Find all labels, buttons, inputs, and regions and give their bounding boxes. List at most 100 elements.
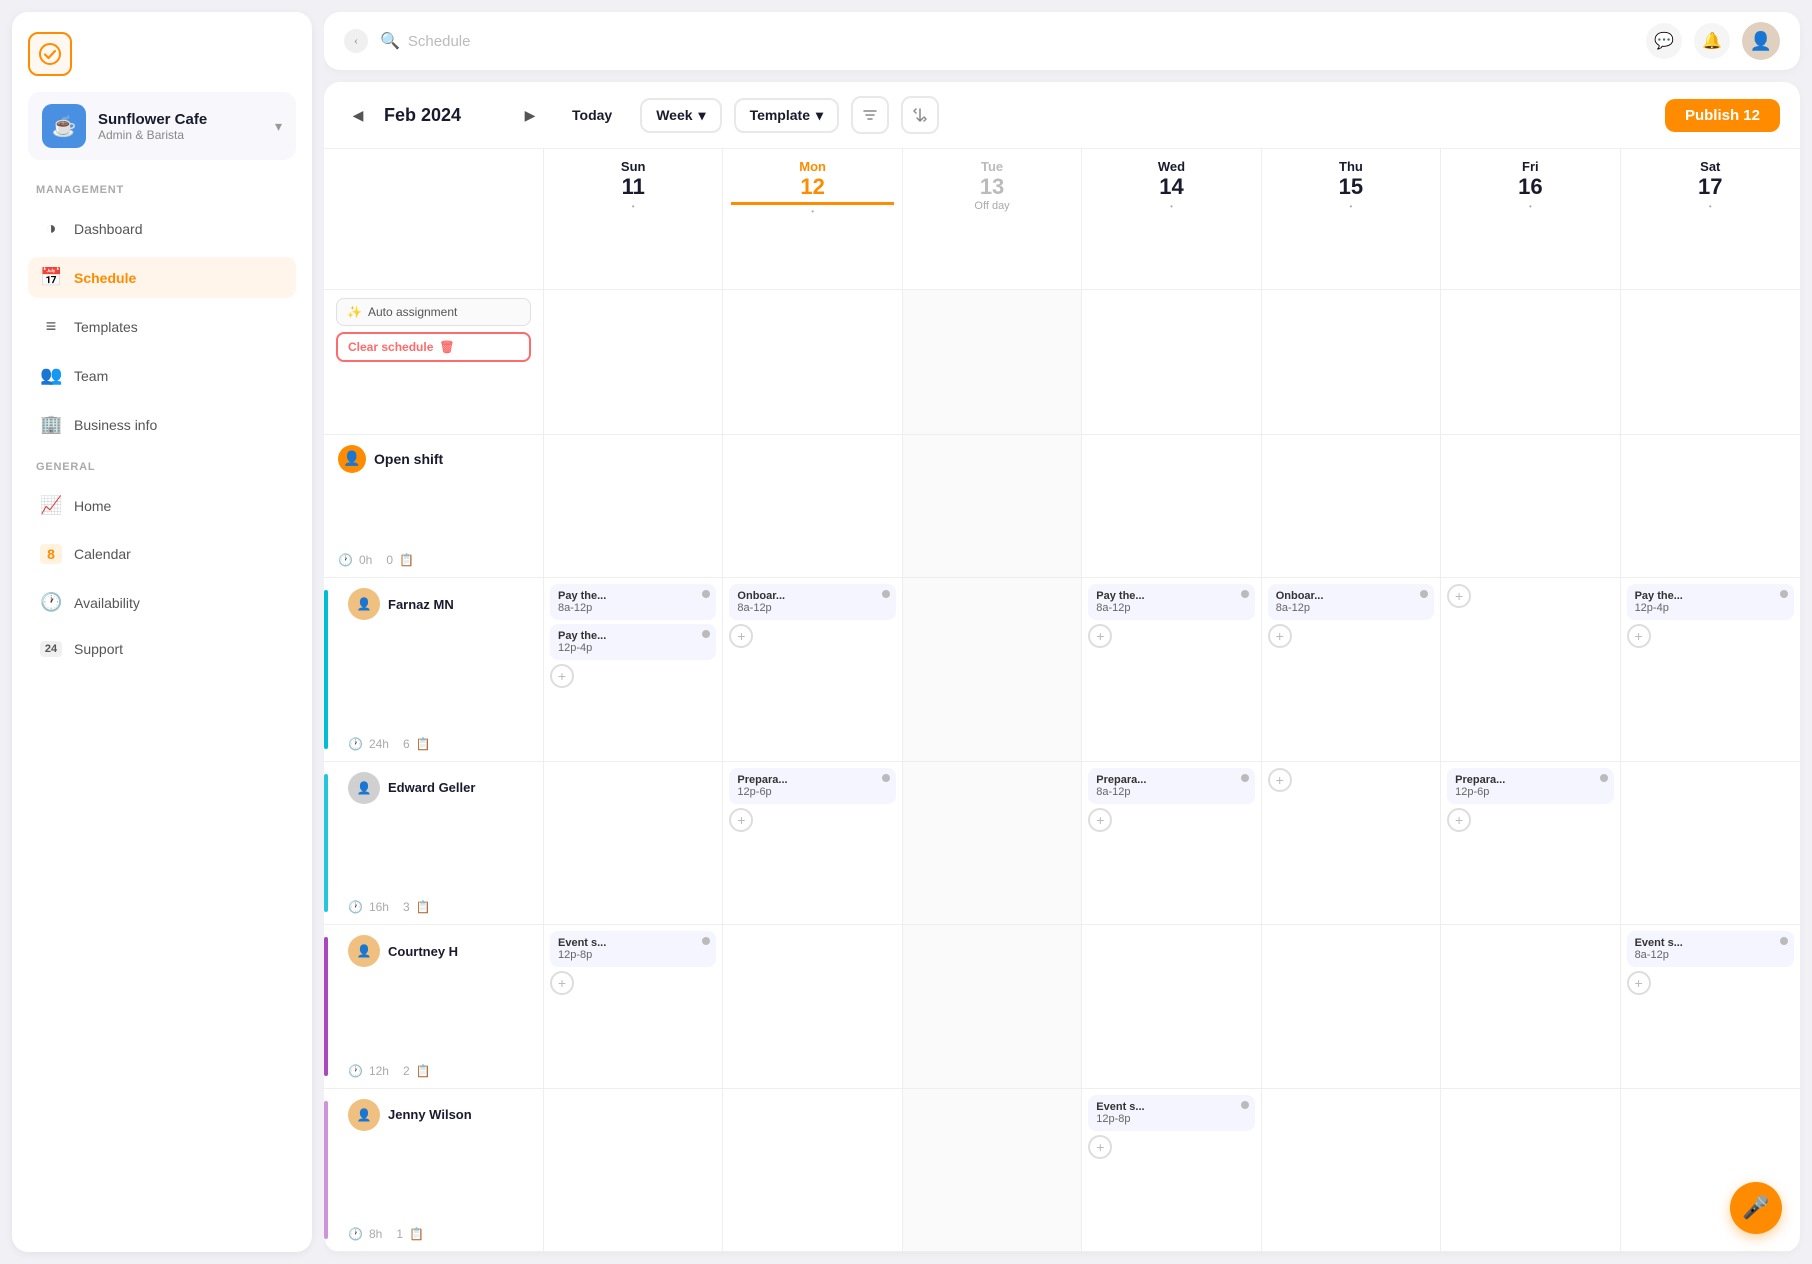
week-view-dropdown[interactable]: Week ▾ [640, 98, 721, 133]
shift-card[interactable]: Onboar... 8a-12p [1268, 584, 1434, 620]
calendar-mini-icon: 📋 [416, 737, 431, 751]
sidebar-item-label: Home [74, 498, 111, 514]
jenny-avatar: 👤 [348, 1099, 380, 1131]
clock-icon: 🕐 [348, 1064, 363, 1078]
farnaz-mon: Onboar... 8a-12p + [723, 578, 902, 761]
dashboard-icon: ◑ [40, 218, 62, 239]
fab-button[interactable]: 🎤 [1730, 1182, 1782, 1234]
templates-icon: ≡ [40, 316, 62, 337]
add-shift-button[interactable]: + [729, 624, 753, 648]
add-shift-button[interactable]: + [550, 971, 574, 995]
shift-card[interactable]: Event s... 12p-8p [550, 931, 716, 967]
auto-assign-sun [544, 290, 723, 434]
sidebar-item-calendar[interactable]: 8 Calendar [28, 534, 296, 574]
open-shift-mon [723, 435, 902, 578]
farnaz-sun: Pay the... 8a-12p Pay the... 12p-4p + [544, 578, 723, 761]
courtney-tue [903, 925, 1082, 1088]
shift-card[interactable]: Pay the... 8a-12p [550, 584, 716, 620]
sidebar-item-home[interactable]: 📈 Home [28, 485, 296, 526]
top-bar-actions: 💬 🔔 👤 [1646, 22, 1780, 60]
sidebar-item-label: Calendar [74, 546, 131, 562]
add-shift-button[interactable]: + [1627, 624, 1651, 648]
jenny-mon: + [723, 1089, 902, 1252]
shift-card[interactable]: Event s... 12p-8p [1088, 1095, 1254, 1131]
next-week-button[interactable]: ▶ [516, 101, 544, 129]
shift-card[interactable]: Pay the... 12p-4p [1627, 584, 1794, 620]
auto-assign-sat [1621, 290, 1800, 434]
workspace-name: Sunflower Cafe [98, 111, 207, 128]
shift-card[interactable]: Pay the... 12p-4p [550, 624, 716, 660]
courtney-mon: + [723, 925, 902, 1088]
edward-sat: + [1621, 762, 1800, 925]
today-button[interactable]: Today [556, 101, 628, 129]
courtney-sat: Event s... 8a-12p + [1621, 925, 1800, 1088]
sidebar-item-business[interactable]: 🏢 Business info [28, 404, 296, 445]
shift-card[interactable]: Prepara... 12p-6p [1447, 768, 1613, 804]
day-header-sun: Sun 11 • [544, 149, 723, 290]
shift-card[interactable]: Prepara... 12p-6p [729, 768, 895, 804]
workspace-role: Admin & Barista [98, 128, 207, 142]
trash-icon: 🗑 [439, 340, 454, 354]
add-shift-button[interactable]: + [1268, 768, 1292, 792]
courtney-wed: + [1082, 925, 1261, 1088]
open-shift-sun [544, 435, 723, 578]
search-icon: 🔍 [380, 31, 400, 51]
auto-assignment-button[interactable]: ✨ Auto assignment [336, 298, 531, 326]
sidebar-item-templates[interactable]: ≡ Templates [28, 306, 296, 347]
open-shift-fri [1441, 435, 1620, 578]
main-content: ‹ 🔍 Schedule 💬 🔔 👤 ◀ Feb 2024 ▶ Today We… [324, 0, 1812, 1264]
sidebar-item-label: Availability [74, 595, 140, 611]
shift-card[interactable]: Onboar... 8a-12p [729, 584, 895, 620]
shift-card[interactable]: Event s... 8a-12p [1627, 931, 1794, 967]
prev-week-button[interactable]: ◀ [344, 101, 372, 129]
add-shift-button[interactable]: + [1088, 808, 1112, 832]
open-shift-wed [1082, 435, 1261, 578]
day-header-mon: Mon 12 • [723, 149, 902, 290]
add-shift-button[interactable]: + [1447, 584, 1471, 608]
sidebar-item-team[interactable]: 👥 Team [28, 355, 296, 396]
sidebar-collapse-button[interactable]: ‹ [344, 29, 368, 53]
farnaz-thu: Onboar... 8a-12p + [1262, 578, 1441, 761]
jenny-wed: Event s... 12p-8p + [1082, 1089, 1261, 1252]
shift-card[interactable]: Prepara... 8a-12p [1088, 768, 1254, 804]
add-shift-button[interactable]: + [1627, 971, 1651, 995]
sort-button[interactable] [901, 96, 939, 134]
add-shift-button[interactable]: + [1088, 624, 1112, 648]
general-section-label: GENERAL [28, 453, 296, 477]
workspace-card[interactable]: ☕ Sunflower Cafe Admin & Barista ▾ [28, 92, 296, 160]
add-shift-button[interactable]: + [1088, 1135, 1112, 1159]
shift-card[interactable]: Pay the... 8a-12p [1088, 584, 1254, 620]
employee-jenny-label: 👤 Jenny Wilson 🕐 8h 1 📋 [324, 1089, 544, 1252]
sidebar-item-support[interactable]: 24 Support [28, 631, 296, 667]
template-dropdown[interactable]: Template ▾ [734, 98, 839, 133]
open-shift-label: 👤 Open shift 🕐 0h 0 📋 [324, 435, 544, 578]
chevron-down-icon: ▾ [816, 107, 823, 124]
edward-sun: + [544, 762, 723, 925]
auto-assign-fri [1441, 290, 1620, 434]
courtney-avatar: 👤 [348, 935, 380, 967]
user-avatar-button[interactable]: 👤 [1742, 22, 1780, 60]
notifications-button[interactable]: 🔔 [1694, 23, 1730, 59]
add-shift-button[interactable]: + [1447, 808, 1471, 832]
filter-button[interactable] [851, 96, 889, 134]
clear-schedule-button[interactable]: Clear schedule 🗑 [336, 332, 531, 362]
clock-icon: 🕐 [348, 737, 363, 751]
sidebar-item-label: Team [74, 368, 108, 384]
add-shift-button[interactable]: + [1268, 624, 1292, 648]
employee-farnaz-label: 👤 Farnaz MN 🕐 24h 6 📋 [324, 578, 544, 761]
day-header-thu: Thu 15 • [1262, 149, 1441, 290]
farnaz-tue [903, 578, 1082, 761]
publish-button[interactable]: Publish 12 [1665, 99, 1780, 132]
schedule-icon: 📅 [40, 267, 62, 288]
sidebar-item-availability[interactable]: 🕐 Availability [28, 582, 296, 623]
team-icon: 👥 [40, 365, 62, 386]
sidebar-item-schedule[interactable]: 📅 Schedule [28, 257, 296, 298]
logo-area [28, 32, 296, 76]
messages-button[interactable]: 💬 [1646, 23, 1682, 59]
sidebar-item-dashboard[interactable]: ◑ Dashboard [28, 208, 296, 249]
edward-thu: + [1262, 762, 1441, 925]
clock-icon: 🕐 [348, 900, 363, 914]
add-shift-button[interactable]: + [550, 664, 574, 688]
add-shift-button[interactable]: + [729, 808, 753, 832]
auto-assign-wed [1082, 290, 1261, 434]
